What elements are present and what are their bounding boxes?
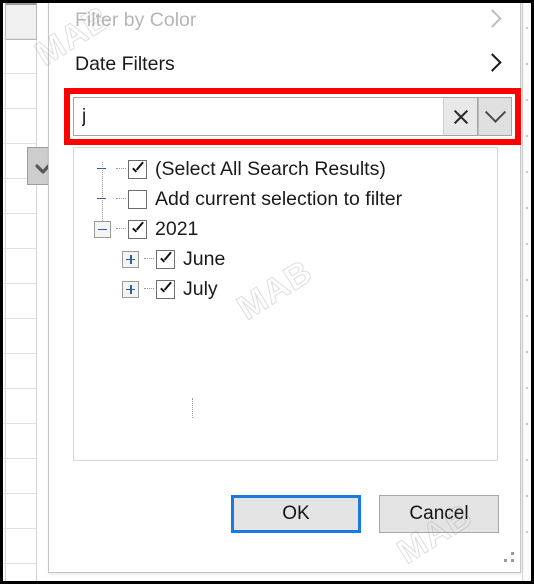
- tree-connector-dots: [144, 258, 154, 260]
- menu-item-filter-by-color[interactable]: Filter by Color: [49, 3, 520, 41]
- grid-row-line: [3, 423, 36, 424]
- tree-row-year-2021[interactable]: 2021: [74, 214, 497, 244]
- ok-button[interactable]: OK: [231, 495, 361, 533]
- filter-values-tree: (Select All Search Results) Add current …: [74, 148, 497, 418]
- grid-row-line: [3, 318, 36, 319]
- tree-connector-dots: [116, 168, 126, 170]
- tree-row-add-current-selection[interactable]: Add current selection to filter: [74, 184, 497, 214]
- worksheet-header-cell: [5, 3, 37, 40]
- grid-row-line: [3, 213, 36, 214]
- autofilter-dropdown-panel: Filter by Color Date Filters j (Select A…: [48, 3, 521, 573]
- resize-grip[interactable]: [500, 552, 514, 566]
- collapse-minus-icon[interactable]: [94, 220, 111, 238]
- tree-row-label: (Select All Search Results): [155, 157, 386, 180]
- tree-row-month-july[interactable]: July: [74, 274, 497, 304]
- search-input[interactable]: [73, 97, 443, 136]
- tree-connector-dots: [144, 288, 154, 290]
- tree-row-label: Add current selection to filter: [155, 187, 403, 210]
- checkbox-year-2021[interactable]: [128, 219, 147, 239]
- checkbox-select-all[interactable]: [128, 159, 147, 179]
- chevron-right-icon: [484, 7, 504, 33]
- grid-column-line: [5, 3, 6, 581]
- grid-row-line: [3, 493, 36, 494]
- menu-item-label: Filter by Color: [75, 8, 197, 31]
- tree-connector-dots: [116, 228, 126, 230]
- tree-connector-dots: [116, 198, 126, 200]
- grid-row-line: [3, 283, 36, 284]
- cancel-button[interactable]: Cancel: [379, 495, 499, 533]
- cancel-button-label: Cancel: [409, 503, 469, 524]
- ok-button-label: OK: [282, 503, 310, 524]
- expand-plus-icon[interactable]: [122, 280, 139, 298]
- clear-search-button[interactable]: [443, 97, 478, 136]
- menu-item-date-filters[interactable]: Date Filters: [49, 43, 520, 85]
- tree-connector-line: [192, 398, 193, 418]
- tree-row-label: July: [183, 277, 218, 300]
- grid-row-line: [3, 143, 36, 144]
- clear-x-icon: [452, 108, 470, 126]
- tree-row-label: 2021: [155, 217, 199, 240]
- tree-row-month-june[interactable]: June: [74, 244, 497, 274]
- screenshot-frame: Filter by Color Date Filters j (Select A…: [0, 0, 534, 584]
- expand-plus-icon[interactable]: [122, 250, 139, 268]
- grid-row-line: [3, 248, 36, 249]
- grid-column-line: [36, 3, 37, 581]
- tree-row-select-all[interactable]: (Select All Search Results): [74, 154, 497, 184]
- worksheet-right-edge: [522, 3, 531, 581]
- grid-row-line: [3, 73, 36, 74]
- grid-row-line: [3, 458, 36, 459]
- filter-values-listbox[interactable]: (Select All Search Results) Add current …: [73, 147, 498, 461]
- tree-expander-placeholder: [94, 161, 111, 178]
- grid-row-line: [3, 108, 36, 109]
- grid-row-line: [3, 38, 36, 39]
- grid-row-line: [3, 388, 36, 389]
- checkbox-month-july[interactable]: [156, 279, 175, 299]
- search-row: [73, 97, 512, 136]
- checkbox-month-june[interactable]: [156, 249, 175, 269]
- grid-row-line: [3, 353, 36, 354]
- tree-row-label: June: [183, 247, 226, 270]
- grid-row-line: [3, 528, 36, 529]
- tree-expander-placeholder: [94, 191, 111, 208]
- menu-item-label: Date Filters: [75, 52, 175, 75]
- chevron-down-icon: [484, 101, 506, 123]
- search-dropdown-button[interactable]: [478, 97, 512, 136]
- checkbox-add-current-selection[interactable]: [128, 189, 147, 209]
- grid-row-line: [3, 563, 36, 564]
- chevron-right-icon: [484, 51, 504, 77]
